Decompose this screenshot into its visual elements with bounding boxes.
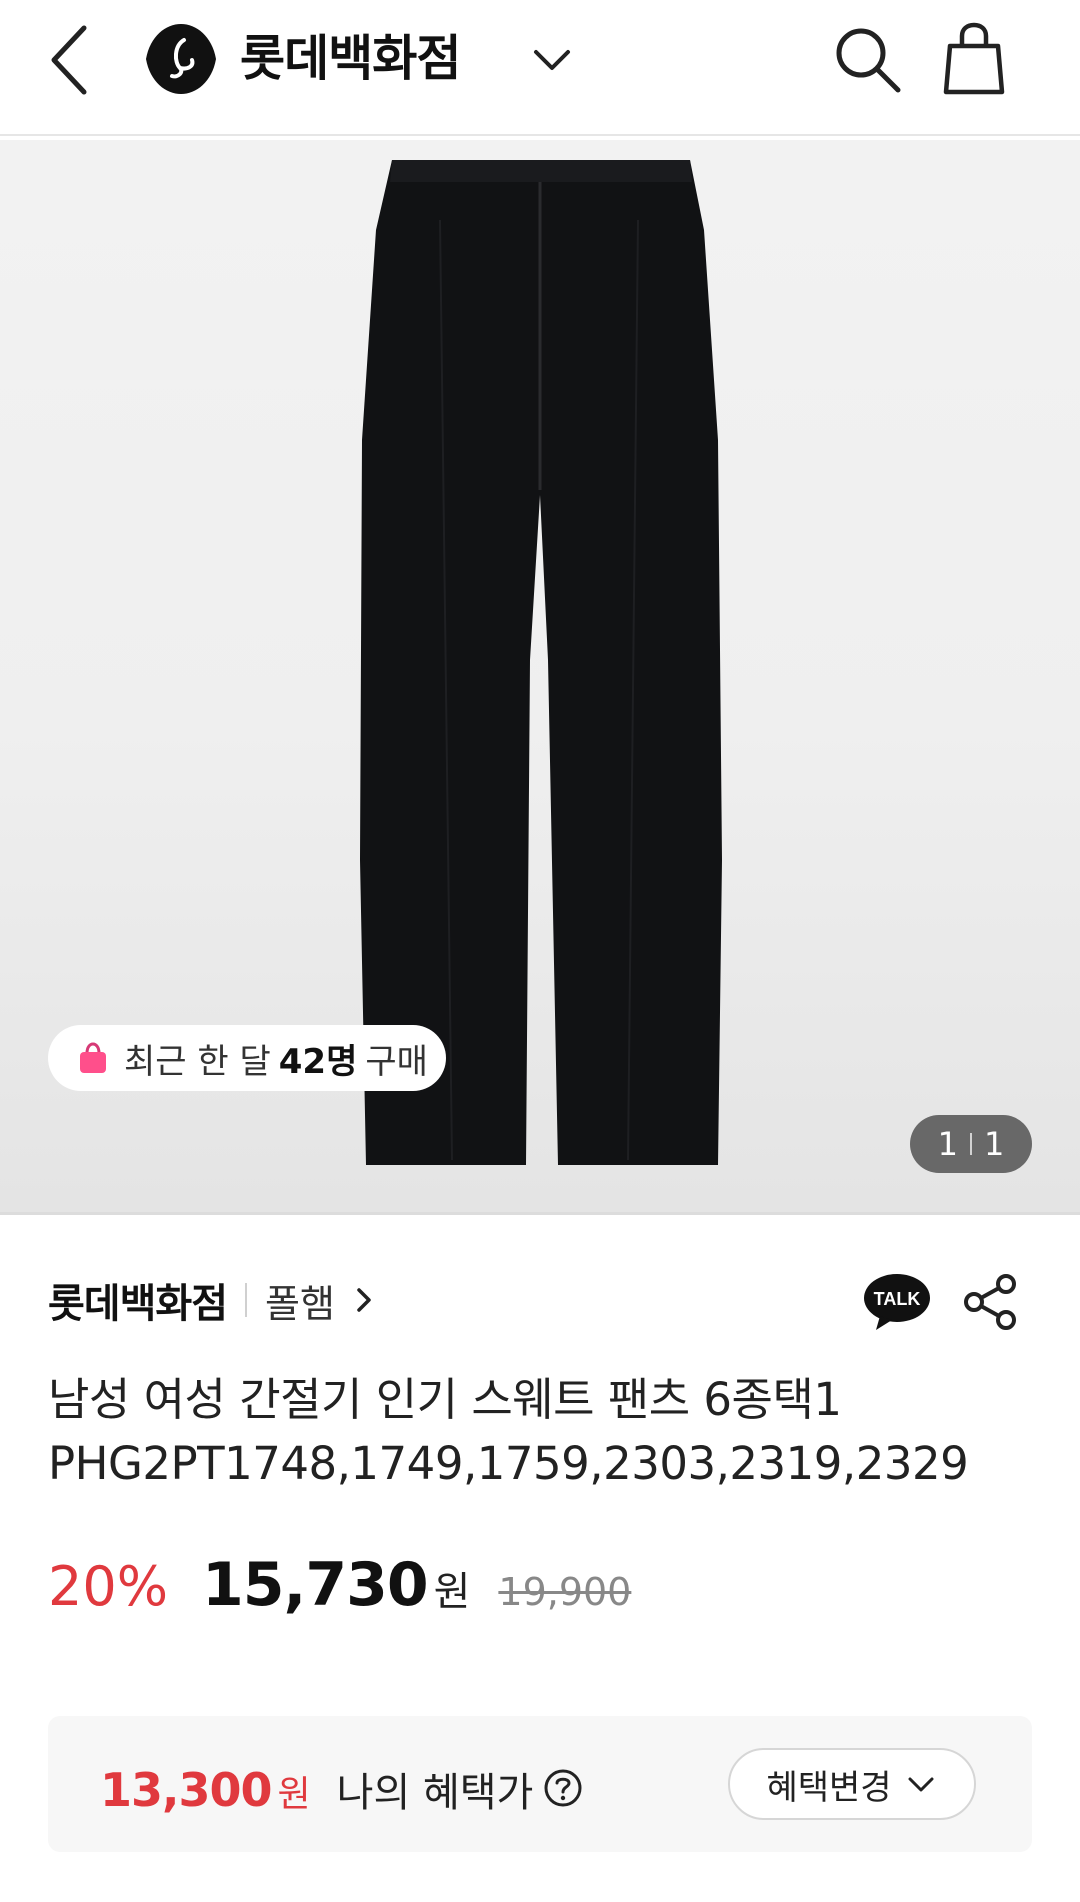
recent-purchase-badge: 최근 한 달 42명 구매: [48, 1025, 446, 1091]
share-button[interactable]: [962, 1272, 1020, 1332]
share-icon: [964, 1274, 1016, 1330]
lotte-logo-icon[interactable]: [144, 22, 218, 96]
search-button[interactable]: [830, 22, 904, 96]
product-title-line2: PHG2PT1748,1749,1759,2303,2319,2329: [48, 1437, 969, 1490]
header-brand-name[interactable]: 롯데백화점: [240, 24, 461, 94]
benefit-price: 13,300 원 나의 혜택가: [100, 1760, 583, 1817]
image-page-indicator: 1 1: [910, 1115, 1032, 1173]
benefit-change-button[interactable]: 혜택변경: [728, 1748, 976, 1820]
benefit-price-box: 13,300 원 나의 혜택가 혜택변경: [48, 1716, 1032, 1852]
page-separator: [970, 1133, 972, 1155]
shopping-bag-icon: [943, 22, 1005, 95]
benefit-amount: 13,300: [100, 1763, 273, 1817]
recent-suffix: 구매: [365, 1041, 428, 1082]
recent-prefix: 최근 한 달: [124, 1041, 271, 1082]
cart-button[interactable]: [940, 20, 1008, 96]
discount-rate: 20%: [48, 1555, 169, 1618]
shopping-bag-emoji-icon: [80, 1042, 106, 1073]
benefit-label: 나의 혜택가: [336, 1770, 534, 1816]
chevron-down-icon[interactable]: [528, 36, 576, 84]
currency-unit: 원: [433, 1569, 471, 1615]
product-image-gallery[interactable]: 최근 한 달 42명 구매 1 1: [0, 140, 1080, 1215]
chevron-down-icon: [908, 1777, 934, 1792]
benefit-currency-unit: 원: [277, 1774, 311, 1815]
sale-price: 15,730: [202, 1550, 429, 1620]
store-name[interactable]: 롯데백화점: [48, 1271, 228, 1329]
divider: [245, 1283, 247, 1317]
chevron-right-icon[interactable]: [349, 1285, 379, 1315]
page-total: 1: [984, 1125, 1005, 1163]
page-current: 1: [937, 1125, 958, 1163]
top-header: 롯데백화점: [0, 0, 1080, 136]
product-title: 남성 여성 간절기 인기 스웨트 팬츠 6종택1 PHG2PT1748,1749…: [48, 1368, 1038, 1496]
original-price: 19,900: [498, 1570, 632, 1614]
search-icon: [836, 28, 901, 93]
talk-bubble-icon: TALK: [864, 1274, 930, 1330]
price-row: 20% 15,730 원 19,900: [48, 1550, 631, 1626]
back-arrow-icon: [51, 25, 87, 95]
product-detail-page: 롯데백화점 최근 한 달 42명 구매 1 1 롯데백화점 폴햄 TALK 남성…: [0, 0, 1080, 1902]
help-icon[interactable]: [543, 1768, 583, 1808]
product-title-line1: 남성 여성 간절기 인기 스웨트 팬츠 6종택1: [48, 1373, 842, 1426]
brand-link[interactable]: 폴햄: [265, 1273, 335, 1328]
benefit-change-label: 혜택변경: [766, 1767, 892, 1808]
kakao-talk-button[interactable]: TALK: [862, 1272, 932, 1332]
recent-count: 42명: [278, 1041, 358, 1082]
back-button[interactable]: [40, 20, 100, 100]
talk-label: TALK: [874, 1289, 921, 1309]
